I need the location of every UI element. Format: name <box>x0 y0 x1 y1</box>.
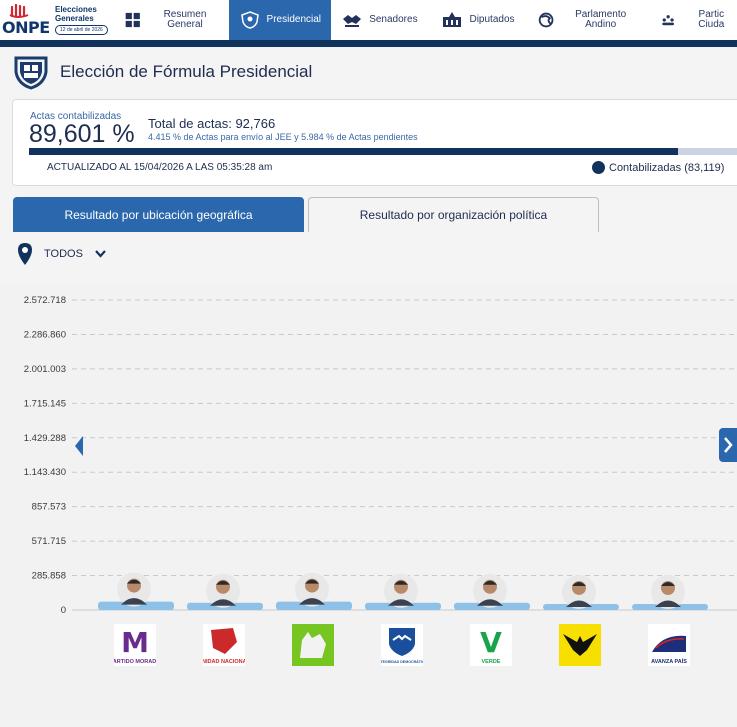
handshake-icon <box>343 15 362 27</box>
chart-next-button[interactable] <box>719 428 737 462</box>
candidate-photo[interactable] <box>562 574 596 609</box>
candidate-photo[interactable] <box>295 572 329 607</box>
y-tick-label: 0 <box>61 605 66 616</box>
location-filter[interactable]: TODOS <box>16 242 106 266</box>
globe-icon <box>538 12 554 28</box>
party-logo-text: UNIDAD NACIONAL <box>203 659 245 665</box>
chevron-down-icon <box>95 250 106 258</box>
y-tick-label: 2.572.718 <box>24 295 66 306</box>
tab-ubicacion-geografica[interactable]: Resultado por ubicación geográfica <box>13 197 304 232</box>
svg-text:V: V <box>480 626 502 659</box>
nav-label: Partic Ciuda <box>698 9 725 30</box>
progress-fill <box>29 148 678 155</box>
nav-underline <box>0 40 737 47</box>
y-tick-label: 1.715.145 <box>24 398 66 409</box>
party-logo-text: AVANZA PAÍS <box>651 657 687 665</box>
party-logo[interactable] <box>292 624 334 666</box>
party-logo[interactable]: V VERDE <box>470 624 512 666</box>
summary-card: Actas contabilizadas 89,601 % Total de a… <box>12 99 737 186</box>
people-icon <box>662 15 675 26</box>
filter-value: TODOS <box>44 248 83 260</box>
actas-subtext: 4.415 % de Actas para envío al JEE y 5.9… <box>148 132 418 142</box>
date-badge: 12 de abril de 2026 <box>55 25 108 35</box>
y-tick-label: 285.858 <box>32 571 66 582</box>
svg-text:M: M <box>121 626 149 659</box>
candidate-photo[interactable] <box>117 572 151 607</box>
party-logo-text: PARTIDO MORADO <box>114 659 156 665</box>
results-chart: 2.572.718 2.286.860 2.001.003 1.715.145 1.42… <box>0 285 737 727</box>
progress-bar <box>29 148 737 155</box>
total-actas: Total de actas: 92,766 <box>148 116 276 131</box>
brand-line2: Generales <box>55 14 94 23</box>
brand[interactable]: ONPE Elecciones Generales 12 de abril de… <box>0 0 115 40</box>
onpe-logo: ONPE <box>2 2 52 38</box>
bar-chart: 2.572.718 2.286.860 2.001.003 1.715.145 1.42… <box>24 295 737 616</box>
nav-label: Diputados <box>469 14 515 25</box>
peru-shield-icon <box>14 56 48 90</box>
updated-timestamp: ACTUALIZADO AL 15/04/2026 A LAS 05:35:28… <box>47 162 273 173</box>
ballot-hand-icon <box>9 4 29 18</box>
party-logo-text: INTEGRIDAD DEMOCRÁTICA <box>381 659 423 664</box>
party-logo[interactable] <box>559 624 601 666</box>
logo-text: ONPE <box>2 18 50 37</box>
nav-presidencial[interactable]: Presidencial <box>229 0 331 40</box>
legend-dot <box>592 161 605 174</box>
actas-value: 89,601 % <box>29 120 135 148</box>
candidate-photo[interactable] <box>473 573 507 608</box>
y-tick-label: 571.715 <box>32 536 66 547</box>
party-logo[interactable]: MPARTIDO MORADO <box>110 624 161 666</box>
nav-parlamento-andino[interactable]: Parlamento Andino <box>528 0 648 40</box>
chart-prev-arrow[interactable] <box>74 435 84 457</box>
y-tick-label: 2.001.003 <box>24 364 66 375</box>
party-logo-text: VERDE <box>482 659 501 665</box>
legend-label: Contabilizadas (83,119) <box>609 161 725 174</box>
y-tick-label: 1.429.288 <box>24 433 66 444</box>
location-pin-icon <box>18 243 32 265</box>
congress-icon <box>443 12 462 27</box>
grid-icon <box>126 12 141 28</box>
legend: Contabilizadas (83,119) <box>592 161 724 174</box>
party-logo[interactable]: INTEGRIDAD DEMOCRÁTICA <box>377 624 428 666</box>
y-tick-label: 857.573 <box>32 502 66 513</box>
page-heading: Elección de Fórmula Presidencial <box>12 54 312 90</box>
candidate-photo[interactable] <box>206 573 240 608</box>
nav-senadores[interactable]: Senadores <box>331 0 429 40</box>
nav-resumen-general[interactable]: Resumen General <box>115 0 229 40</box>
top-nav: ONPE Elecciones Generales 12 de abril de… <box>0 0 737 40</box>
nav-participacion[interactable]: Partic Ciuda <box>647 0 737 40</box>
chevron-right-icon <box>724 437 733 453</box>
candidate-photo[interactable] <box>384 573 418 608</box>
nav-label: Senadores <box>369 14 418 25</box>
brand-line1: Elecciones <box>55 5 97 14</box>
nav-label: Presidencial <box>266 14 322 25</box>
nav-label: Parlamento Andino <box>575 9 627 30</box>
nav-diputados[interactable]: Diputados <box>428 0 528 40</box>
tab-organizacion-politica[interactable]: Resultado por organización política <box>308 197 599 232</box>
page-title: Elección de Fórmula Presidencial <box>60 62 313 81</box>
y-tick-label: 2.286.860 <box>24 329 66 340</box>
y-tick-label: 1.143.430 <box>24 467 66 478</box>
shield-icon <box>240 11 259 29</box>
candidate-photo[interactable] <box>651 575 685 609</box>
nav-label: Resumen General <box>163 9 207 30</box>
party-logo[interactable]: AVANZA PAÍS <box>648 624 690 666</box>
party-logo[interactable]: UNIDAD NACIONAL <box>198 624 251 666</box>
